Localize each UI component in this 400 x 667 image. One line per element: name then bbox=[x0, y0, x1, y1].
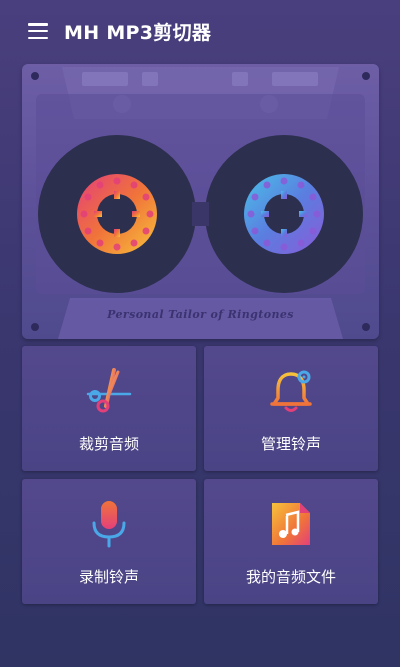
record-ringtone-label: 录制铃声 bbox=[78, 568, 139, 586]
record-ringtone-button[interactable]: 录制铃声 bbox=[22, 479, 196, 604]
bell-settings-icon bbox=[270, 370, 312, 412]
cassette-illustration bbox=[31, 67, 370, 339]
menu-button[interactable] bbox=[12, 0, 64, 62]
cassette-banner: Personal Tailor of Ringtones bbox=[22, 64, 379, 339]
scissors-icon bbox=[86, 368, 132, 413]
manage-ringtones-label: 管理铃声 bbox=[260, 435, 321, 453]
music-file-icon bbox=[272, 503, 310, 545]
app-title: MH MP3剪切器 bbox=[64, 21, 212, 44]
banner-tagline: Personal Tailor of Ringtones bbox=[107, 308, 294, 321]
my-audio-files-button[interactable]: 我的音频文件 bbox=[204, 479, 378, 604]
trim-audio-button[interactable]: 裁剪音频 bbox=[22, 346, 196, 471]
app-bar: MH MP3剪切器 bbox=[0, 0, 400, 62]
microphone-icon bbox=[92, 501, 126, 548]
manage-ringtones-button[interactable]: 管理铃声 bbox=[204, 346, 378, 471]
my-audio-files-label: 我的音频文件 bbox=[245, 568, 336, 586]
hamburger-menu-icon bbox=[28, 23, 48, 39]
trim-audio-label: 裁剪音频 bbox=[78, 435, 139, 453]
